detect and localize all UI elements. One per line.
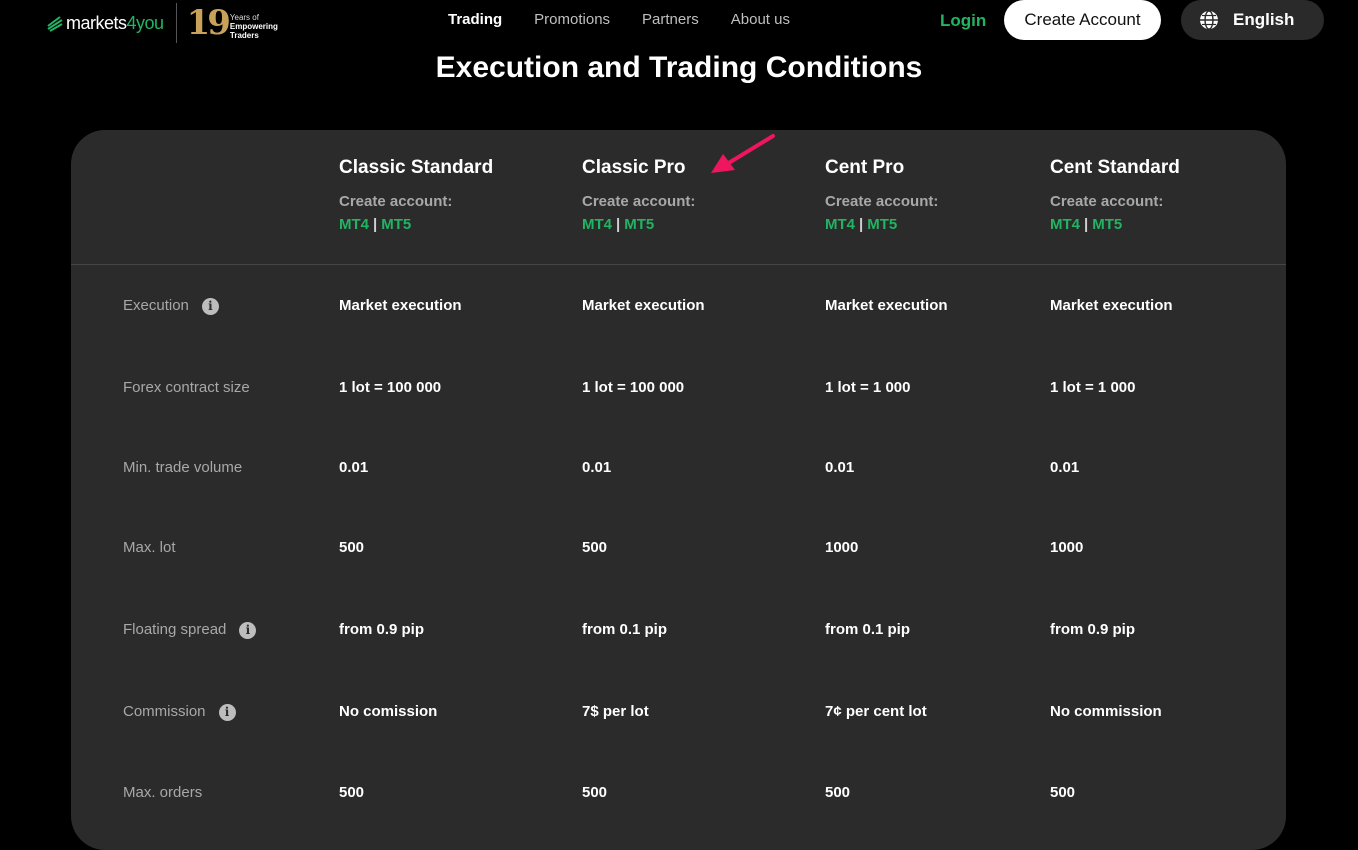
column-classic-pro: Classic Pro Create account: MT4 | MT5 (582, 157, 696, 233)
table-cell: 0.01 (582, 459, 612, 476)
brand-name: markets4you (66, 12, 164, 33)
table-cell: 7$ per lot (582, 703, 649, 720)
create-account-label: Create account: (582, 193, 696, 210)
column-title: Classic Pro (582, 157, 686, 178)
row-label-forex-contract-size: Forex contract size (123, 379, 250, 396)
table-cell: 0.01 (339, 459, 369, 476)
mt5-link[interactable]: MT5 (867, 216, 897, 233)
table-cell: 500 (582, 539, 608, 556)
table-cell: Market execution (1050, 297, 1173, 314)
mt5-link[interactable]: MT5 (381, 216, 411, 233)
create-account-button[interactable]: Create Account (1004, 0, 1161, 40)
mt5-link[interactable]: MT5 (624, 216, 654, 233)
table-cell: 1000 (1050, 539, 1084, 556)
section-title: Execution and Trading Conditions (435, 51, 923, 84)
annotation-arrow-icon (711, 134, 775, 173)
table-cell: 500 (825, 784, 851, 801)
row-label-execution: Execution i (123, 296, 219, 316)
table-cell: 7¢ per cent lot (825, 703, 927, 720)
table-cell: 500 (582, 784, 608, 801)
column-title: Classic Standard (339, 157, 494, 178)
column-cent-pro: Cent Pro Create account: MT4 | MT5 (825, 157, 939, 233)
anniversary-text: Years of Empowering Traders (229, 12, 278, 40)
info-icon[interactable]: i (201, 297, 219, 315)
table-cell: 1 lot = 1 000 (825, 379, 911, 396)
brand-logo[interactable]: markets4you 19 Years of Empowering Trade… (46, 3, 278, 43)
table-cell: No commission (1050, 703, 1162, 720)
create-account-label: Create account: (825, 193, 939, 210)
mt5-link[interactable]: MT5 (1092, 216, 1122, 233)
nav-trading[interactable]: Trading (448, 10, 502, 30)
column-title: Cent Pro (825, 157, 905, 178)
header-divider (71, 264, 1286, 265)
mt4-link[interactable]: MT4 (339, 216, 369, 233)
table-cell: 0.01 (1050, 459, 1080, 476)
info-icon[interactable]: i (218, 703, 236, 721)
column-classic-standard: Classic Standard Create account: MT4 | MT5 (339, 157, 494, 233)
table-cell: 0.01 (825, 459, 855, 476)
nav-about-us[interactable]: About us (731, 10, 790, 30)
globe-icon (1200, 10, 1218, 30)
table-cell: 1 lot = 100 000 (582, 379, 685, 396)
row-label-commission: Commission i (123, 702, 236, 722)
table-cell: 1 lot = 1 000 (1050, 379, 1136, 396)
table-cell: from 0.1 pip (582, 621, 668, 638)
table-cell: 500 (339, 784, 365, 801)
table-cell: No comission (339, 703, 438, 720)
row-label-min-trade-volume: Min. trade volume (123, 459, 243, 476)
table-cell: from 0.1 pip (825, 621, 911, 638)
create-account-label: Create account: (339, 193, 453, 210)
column-title: Cent Standard (1050, 157, 1180, 178)
table-cell: Market execution (825, 297, 948, 314)
column-cent-standard: Cent Standard Create account: MT4 | MT5 (1050, 157, 1180, 233)
mt4-link[interactable]: MT4 (1050, 216, 1080, 233)
nav-partners[interactable]: Partners (642, 10, 699, 30)
table-cell: from 0.9 pip (339, 621, 425, 638)
mt4-link[interactable]: MT4 (825, 216, 855, 233)
table-cell: 1 lot = 100 000 (339, 379, 442, 396)
row-label-max-orders: Max. orders (123, 784, 203, 801)
row-label-floating-spread: Floating spread i (123, 620, 257, 640)
main-nav: Trading Promotions Partners About us (448, 10, 790, 30)
row-label-max-lot: Max. lot (123, 539, 176, 556)
table-cell: 500 (1050, 784, 1076, 801)
table-cell: Market execution (339, 297, 462, 314)
table-cell: from 0.9 pip (1050, 621, 1136, 638)
anniversary-number: 19 (186, 3, 231, 43)
create-account-label: Create account: (1050, 193, 1164, 210)
conditions-card (71, 130, 1286, 850)
mt4-link[interactable]: MT4 (582, 216, 612, 233)
language-label: English (1233, 10, 1295, 29)
logo-leaf-icon (47, 16, 63, 32)
login-link[interactable]: Login (940, 10, 986, 32)
nav-promotions[interactable]: Promotions (534, 10, 610, 30)
table-cell: 1000 (825, 539, 859, 556)
language-selector[interactable]: English (1181, 0, 1324, 40)
info-icon[interactable]: i (239, 621, 257, 639)
table-cell: 500 (339, 539, 365, 556)
brand-divider (175, 3, 177, 43)
table-cell: Market execution (582, 297, 705, 314)
